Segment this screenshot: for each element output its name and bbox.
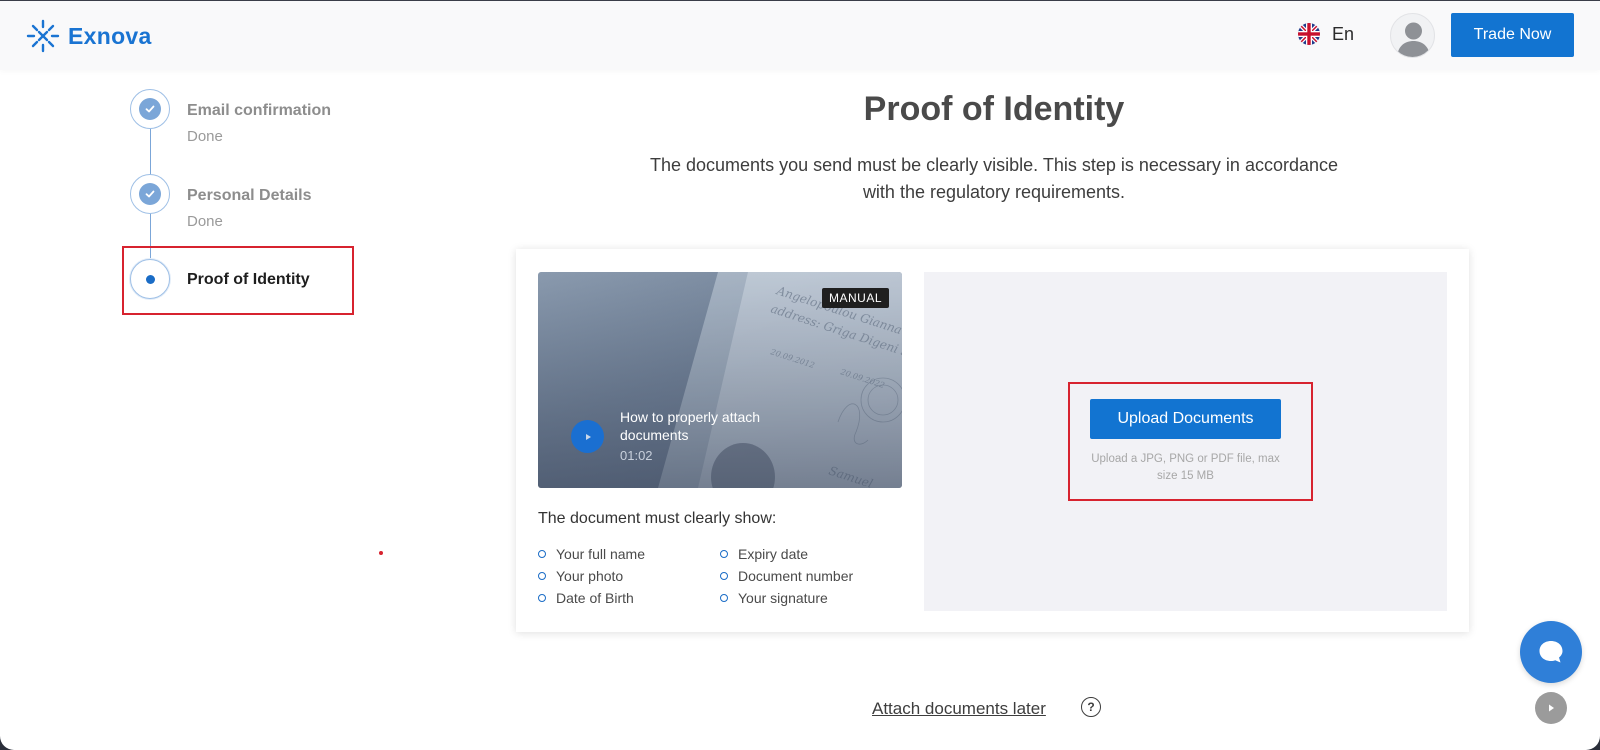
bullet-icon <box>538 550 546 558</box>
bullet-icon <box>720 550 728 558</box>
annotation-dot <box>379 551 383 555</box>
requirement-item: Your signature <box>720 590 828 606</box>
requirement-item: Expiry date <box>720 546 808 562</box>
step-status: Done <box>187 128 223 145</box>
user-avatar[interactable] <box>1390 13 1435 58</box>
bullet-icon <box>720 572 728 580</box>
requirement-item: Your photo <box>538 568 623 584</box>
trade-now-button[interactable]: Trade Now <box>1451 13 1574 57</box>
step-title: Email confirmation <box>187 102 332 119</box>
requirement-item: Your full name <box>538 546 645 562</box>
app-frame: Exnova En Trade Now Email confirmation D… <box>0 0 1600 750</box>
tutorial-video[interactable]: Angelopoulou Gianna address: Griga Digen… <box>538 272 902 488</box>
requirements-title: The document must clearly show: <box>538 510 777 527</box>
language-selector[interactable]: En <box>1298 23 1354 45</box>
bullet-icon <box>538 572 546 580</box>
video-title: How to properly attach documents <box>620 409 761 443</box>
language-label: En <box>1332 23 1355 44</box>
step-status: Done <box>187 213 223 230</box>
step-title: Personal Details <box>187 187 312 204</box>
video-duration: 01:02 <box>620 448 653 463</box>
step-status-circle <box>130 174 170 214</box>
requirement-item: Date of Birth <box>538 590 634 606</box>
chat-support-button[interactable] <box>1520 621 1582 683</box>
check-icon <box>139 183 161 205</box>
page-description: The documents you send must be clearly v… <box>650 155 1338 202</box>
annotation-highlight-upload <box>1068 382 1313 501</box>
top-header: Exnova En Trade Now <box>0 0 1600 70</box>
requirement-item: Document number <box>720 568 853 584</box>
exnova-logo-icon <box>26 19 60 53</box>
user-silhouette-icon <box>1397 22 1430 57</box>
expand-arrow-icon[interactable] <box>1535 692 1567 724</box>
play-icon[interactable] <box>571 420 604 453</box>
bullet-icon <box>720 594 728 602</box>
brand-logo[interactable]: Exnova <box>26 19 152 53</box>
check-icon <box>139 98 161 120</box>
page-title: Proof of Identity <box>863 90 1125 128</box>
stepper-connector <box>150 128 151 175</box>
bullet-icon <box>538 594 546 602</box>
annotation-highlight-step <box>122 246 354 315</box>
help-icon[interactable]: ? <box>1081 697 1101 717</box>
uk-flag-icon <box>1298 23 1320 45</box>
chat-bubble-icon <box>1539 641 1563 663</box>
manual-badge: MANUAL <box>822 288 890 308</box>
step-status-circle <box>130 89 170 129</box>
brand-name: Exnova <box>68 22 152 49</box>
attach-documents-later-link[interactable]: Attach documents later <box>872 699 1046 719</box>
